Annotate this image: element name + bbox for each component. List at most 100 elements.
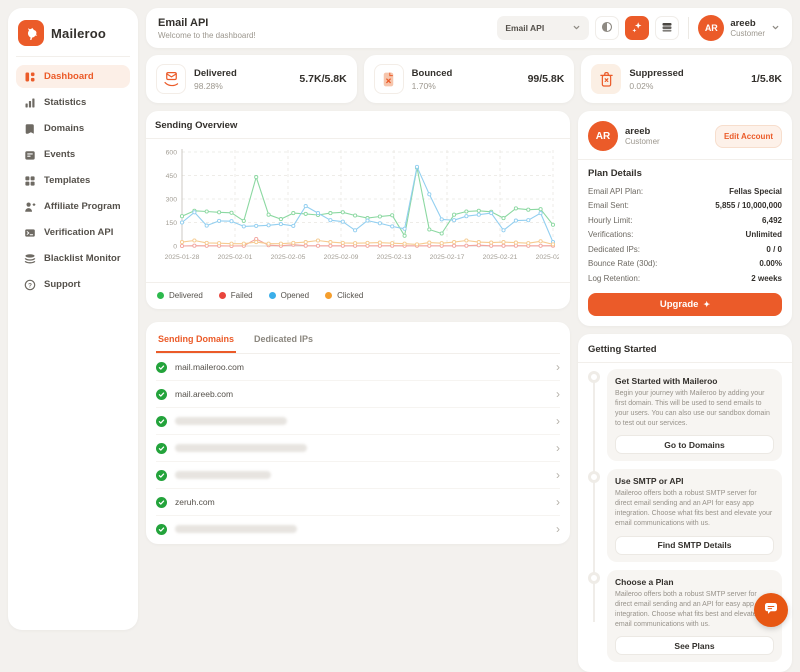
step-title: Get Started with Maileroo	[615, 376, 774, 386]
plan-detail-row: Email API Plan: Fellas Special	[588, 184, 782, 199]
stat-texts: Suppressed 0.02%	[629, 68, 683, 91]
getting-started-step: Use SMTP or API Maileroo offers both a ro…	[588, 469, 782, 562]
plan-detail-value: 0 / 0	[766, 245, 782, 254]
tab-dedicated-ips[interactable]: Dedicated IPs	[252, 326, 315, 353]
stat-label: Bounced	[412, 68, 453, 79]
stack-button[interactable]	[655, 16, 679, 40]
stat-card-bounced: Bounced 1.70% 99/5.8K	[364, 55, 575, 103]
svg-text:600: 600	[166, 149, 178, 156]
plan-detail-row: Verifications:Unlimited	[588, 228, 782, 243]
verified-check-icon	[156, 470, 167, 481]
getting-started-step: Choose a PlanMaileroo offers both a robu…	[588, 570, 782, 663]
plan-detail-label: Dedicated IPs:	[588, 245, 640, 254]
plan-details-list: Email API Plan: Fellas Special Email Sent:…	[588, 184, 782, 286]
redacted-domain	[175, 444, 307, 452]
stat-percent: 98.28%	[194, 81, 237, 91]
plan-detail-label: Email API Plan:	[588, 187, 643, 196]
sidebar-item-events[interactable]: Events	[16, 143, 130, 166]
account-card: AR areeb Customer Edit Account Plan Deta…	[578, 111, 792, 326]
sidebar-item-templates[interactable]: Templates	[16, 169, 130, 192]
domain-list: mail.maileroo.com›mail.areeb.com››››zeru…	[156, 354, 560, 542]
sidebar-item-support[interactable]: ?Support	[16, 273, 130, 296]
stat-value: 99/5.8K	[528, 73, 565, 85]
theme-toggle-icon	[601, 21, 613, 36]
plan-detail-label: Hourly Limit:	[588, 216, 632, 225]
legend-item-failed: Failed	[219, 291, 253, 300]
verified-check-icon	[156, 362, 167, 373]
stat-card-suppressed: Suppressed 0.02% 1/5.8K	[581, 55, 792, 103]
theme-toggle-button[interactable]	[595, 16, 619, 40]
account-user-name: areeb	[625, 126, 660, 137]
domain-row[interactable]: ›	[156, 435, 560, 462]
step-button-2[interactable]: See Plans	[615, 636, 774, 655]
edit-account-button[interactable]: Edit Account	[715, 125, 782, 148]
step-button-1[interactable]: Find SMTP Details	[615, 536, 774, 555]
hand-envelope-icon	[156, 64, 186, 94]
step-title: Use SMTP or API	[615, 476, 774, 486]
step-body: Maileroo offers both a robust SMTP serve…	[615, 489, 774, 530]
verification-icon	[24, 227, 36, 239]
service-select[interactable]: Email API	[497, 16, 589, 40]
domains-tabs: Sending Domains Dedicated IPs	[156, 322, 560, 354]
upgrade-sparkle-button[interactable]	[625, 16, 649, 40]
domain-row[interactable]: ›	[156, 462, 560, 489]
plan-detail-value: 0.00%	[759, 259, 782, 268]
sidebar-item-verification-api[interactable]: Verification API	[16, 221, 130, 244]
verified-check-icon	[156, 524, 167, 535]
upgrade-label: Upgrade	[660, 299, 699, 310]
legend-label: Delivered	[169, 291, 203, 300]
header-controls: Email API AR areeb Customer	[497, 15, 780, 41]
getting-started-step: Get Started with Maileroo Begin your jour…	[588, 369, 782, 462]
plan-detail-row: Dedicated IPs: 0 / 0	[588, 242, 782, 257]
sidebar-item-dashboard[interactable]: Dashboard	[16, 65, 130, 88]
svg-text:2025-02-05: 2025-02-05	[271, 254, 306, 261]
sidebar-item-label: Dashboard	[44, 71, 94, 82]
divider	[688, 17, 689, 39]
sidebar: Maileroo Dashboard Statistics Domains Event…	[8, 8, 138, 630]
content-grid: Sending Overview 01503004506002025-01-28…	[146, 111, 792, 672]
upgrade-button[interactable]: Upgrade ✦	[588, 293, 782, 316]
step-body: Begin your journey with Maileroo by addi…	[615, 389, 774, 430]
plan-detail-label: Email Sent:	[588, 201, 629, 210]
plan-detail-value: Fellas Special	[729, 187, 782, 196]
plan-detail-value: Unlimited	[746, 230, 782, 239]
domain-row[interactable]: ›	[156, 516, 560, 542]
domain-row[interactable]: mail.maileroo.com›	[156, 354, 560, 381]
verified-check-icon	[156, 497, 167, 508]
account-user-info: areeb Customer	[625, 126, 660, 147]
domain-row[interactable]: zeruh.com›	[156, 489, 560, 516]
divider	[578, 159, 792, 160]
chevron-right-icon: ›	[556, 361, 560, 373]
svg-text:?: ?	[28, 282, 32, 289]
sidebar-item-label: Statistics	[44, 97, 86, 108]
sidebar-item-domains[interactable]: Domains	[16, 117, 130, 140]
page-title: Email API	[158, 17, 256, 29]
dashboard-icon	[24, 71, 36, 83]
chevron-down-icon	[572, 23, 581, 34]
sidebar-item-affiliate-program[interactable]: Affiliate Program	[16, 195, 130, 218]
events-icon	[24, 149, 36, 161]
stack-icon	[661, 21, 673, 36]
plan-detail-label: Log Retention:	[588, 274, 640, 283]
step-button-0[interactable]: Go to Domains	[615, 435, 774, 454]
legend-item-delivered: Delivered	[157, 291, 203, 300]
chart-title: Sending Overview	[155, 120, 561, 131]
domain-row[interactable]: mail.areeb.com›	[156, 381, 560, 408]
tab-sending-domains[interactable]: Sending Domains	[156, 326, 236, 353]
user-menu[interactable]: AR areeb Customer	[698, 15, 780, 41]
account-user-role: Customer	[625, 137, 660, 147]
sidebar-item-label: Domains	[44, 123, 84, 134]
chat-fab-button[interactable]	[754, 593, 788, 627]
domain-name: zeruh.com	[175, 497, 215, 507]
svg-text:2025-02-21: 2025-02-21	[483, 254, 518, 261]
logo[interactable]: Maileroo	[16, 18, 130, 57]
step-card: Use SMTP or API Maileroo offers both a ro…	[607, 469, 782, 562]
sidebar-item-statistics[interactable]: Statistics	[16, 91, 130, 114]
user-info: areeb Customer	[730, 18, 765, 39]
chevron-right-icon: ›	[556, 442, 560, 454]
sidebar-item-blacklist-monitor[interactable]: Blacklist Monitor	[16, 247, 130, 270]
domain-row[interactable]: ›	[156, 408, 560, 435]
plan-detail-label: Bounce Rate (30d):	[588, 259, 657, 268]
header: Email API Welcome to the dashboard! Emai…	[146, 8, 792, 48]
svg-text:0: 0	[173, 243, 177, 250]
